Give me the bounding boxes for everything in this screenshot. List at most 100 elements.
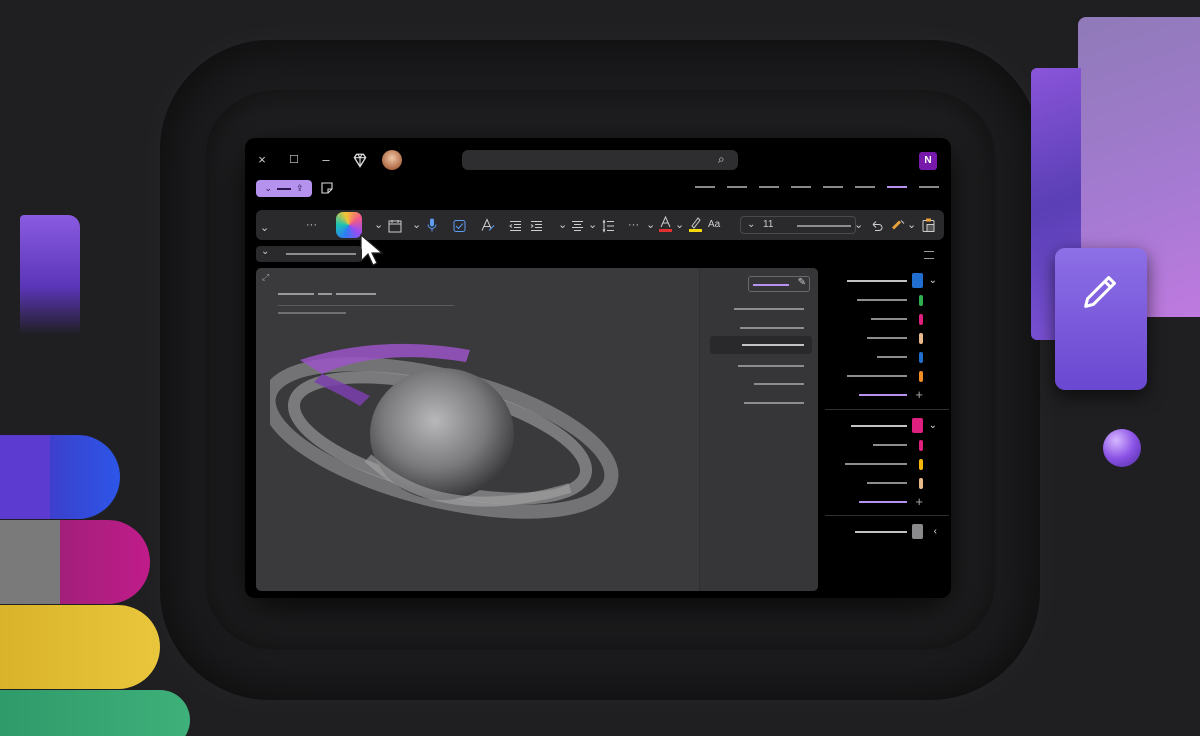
search-input[interactable]: ⌕ [462, 150, 738, 170]
note-canvas[interactable]: ⤢ ✎ [256, 268, 818, 591]
page-item-label [742, 344, 804, 346]
chevron-down-icon[interactable]: ⌄ [588, 217, 597, 233]
format-painter-icon[interactable] [890, 217, 905, 233]
mouse-cursor-icon [360, 233, 384, 266]
section-item[interactable] [825, 310, 943, 328]
decorative-block-purple-square [0, 435, 50, 519]
calendar-icon[interactable] [388, 218, 402, 234]
section-selector[interactable]: ⌄ [256, 246, 362, 262]
section-color-tag [919, 440, 923, 451]
chevron-down-icon[interactable]: ⌄ [646, 217, 655, 233]
chevron-down-icon[interactable]: ⌄ [558, 217, 567, 233]
tab-view[interactable] [887, 186, 907, 188]
section-name [867, 337, 907, 339]
saturn-image[interactable] [270, 338, 630, 528]
microphone-icon[interactable] [427, 217, 437, 233]
chevron-down-icon[interactable]: ⌄ [907, 217, 916, 233]
page-item[interactable] [710, 300, 812, 318]
chevron-down-icon[interactable]: ⌄ [675, 217, 684, 233]
tab-home[interactable] [727, 186, 747, 188]
chevron-down-icon: ⌄ [928, 420, 937, 431]
diamond-icon[interactable] [350, 152, 370, 170]
section-item[interactable] [825, 455, 943, 473]
highlighter-icon[interactable] [689, 216, 702, 232]
undo-icon[interactable] [870, 218, 883, 234]
close-icon[interactable]: × [252, 151, 272, 169]
section-name [873, 444, 907, 446]
page-item-label [744, 402, 804, 404]
tab-insert[interactable] [759, 186, 779, 188]
edit-icon: ✎ [797, 277, 806, 288]
notebook-header[interactable]: ⌄ [825, 272, 943, 290]
section-item[interactable] [825, 474, 943, 492]
font-size-select[interactable]: ⌄ 11 [740, 216, 856, 234]
plus-icon: + [915, 387, 923, 402]
add-section-label [859, 501, 907, 503]
paste-icon[interactable] [922, 217, 935, 233]
chevron-down-icon: ⌄ [261, 246, 270, 257]
divider [825, 409, 949, 410]
notebook-name [851, 425, 907, 427]
view-button-label [277, 187, 291, 190]
view-button[interactable]: ⌄ ⇪ [256, 180, 312, 197]
decorative-scroll [20, 215, 80, 335]
tab-help[interactable] [919, 186, 939, 188]
tab-review[interactable] [855, 186, 875, 188]
notebook-icon [912, 524, 923, 539]
avatar[interactable] [382, 150, 402, 170]
menu-icon[interactable] [924, 251, 934, 259]
section-name [857, 299, 907, 301]
chevron-down-icon: ⌄ [264, 183, 273, 193]
align-center-icon[interactable] [571, 218, 584, 234]
ribbon-collapse-chevron-icon[interactable]: ⌄ [260, 220, 269, 236]
page-item[interactable] [710, 319, 812, 337]
page-item[interactable] [710, 357, 812, 375]
text-style-button[interactable]: Aa [708, 217, 720, 233]
chevron-down-icon: ⌄ [747, 219, 756, 230]
page-item[interactable] [710, 394, 812, 412]
plus-icon: + [915, 494, 923, 509]
format-text-icon[interactable] [480, 217, 495, 233]
indent-icon[interactable] [530, 218, 543, 234]
add-section-button[interactable]: + [825, 386, 943, 404]
sticky-note-icon[interactable] [321, 182, 333, 194]
section-item[interactable] [825, 367, 943, 385]
expand-icon[interactable]: ⤢ [262, 272, 269, 283]
font-color-icon[interactable] [659, 216, 672, 232]
chevron-down-icon[interactable]: ⌄ [412, 217, 421, 233]
notebook-header[interactable]: ‹ [825, 523, 943, 541]
search-icon: ⌕ [718, 152, 725, 166]
tab-history[interactable] [823, 186, 843, 188]
chevron-left-icon: ‹ [933, 526, 937, 537]
page-item-label [734, 308, 804, 310]
section-item[interactable] [825, 291, 943, 309]
page-item-selected[interactable] [710, 336, 812, 354]
add-page-label [753, 284, 789, 286]
section-color-tag [919, 371, 923, 382]
line-spacing-icon[interactable] [602, 218, 615, 234]
decorative-sphere [1103, 429, 1141, 467]
section-item[interactable] [825, 436, 943, 454]
chevron-down-icon[interactable]: ⌄ [374, 217, 383, 233]
chevron-down-icon[interactable]: ⌄ [854, 217, 863, 233]
title-underline [278, 305, 454, 306]
section-item[interactable] [825, 348, 943, 366]
decorative-block-yellow [0, 605, 160, 689]
more-options-button[interactable]: ··· [306, 217, 317, 233]
divider [825, 515, 949, 516]
add-page-button[interactable]: ✎ [748, 276, 810, 292]
share-icon: ⇪ [295, 183, 304, 193]
tab-file[interactable] [695, 186, 715, 188]
page-item[interactable] [710, 375, 812, 393]
checkbox-icon[interactable] [453, 218, 466, 234]
onenote-window: × ☐ – ⌕ N ⌄ ⇪ ⌄ ··· ⌄ ⌄ ⌄ ⌄ ··· ⌄ ⌄ Aa ⌄… [245, 138, 951, 598]
page-date-placeholder [278, 312, 346, 314]
notebook-header[interactable]: ⌄ [825, 417, 943, 435]
add-section-button[interactable]: + [825, 493, 943, 511]
outdent-icon[interactable] [509, 218, 522, 234]
section-item[interactable] [825, 329, 943, 347]
tab-draw[interactable] [791, 186, 811, 188]
maximize-icon[interactable]: ☐ [284, 151, 304, 169]
minimize-icon[interactable]: – [316, 151, 336, 169]
more-options-button[interactable]: ··· [628, 217, 639, 233]
